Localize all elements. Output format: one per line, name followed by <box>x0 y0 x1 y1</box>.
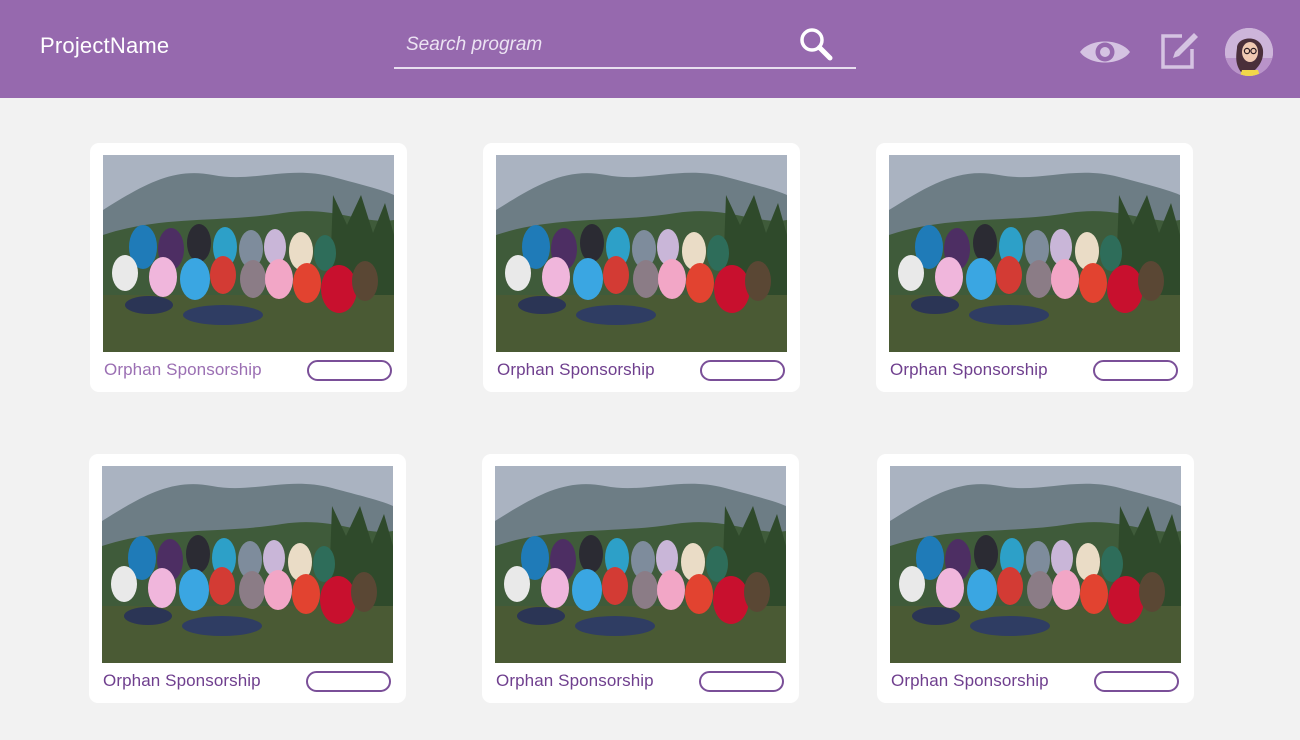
program-card[interactable]: Orphan Sponsorship <box>90 143 407 392</box>
program-action-button[interactable] <box>306 671 391 692</box>
program-action-button[interactable] <box>699 671 784 692</box>
program-title: Orphan Sponsorship <box>104 360 262 379</box>
program-photo <box>495 466 786 663</box>
eye-icon[interactable] <box>1078 34 1132 70</box>
brand-name[interactable]: ProjectName <box>40 33 169 59</box>
program-card[interactable]: Orphan Sponsorship <box>876 143 1193 392</box>
program-card[interactable]: Orphan Sponsorship <box>483 143 800 392</box>
avatar[interactable] <box>1225 28 1273 76</box>
program-title: Orphan Sponsorship <box>496 671 654 690</box>
top-bar: ProjectName <box>0 0 1300 98</box>
program-action-button[interactable] <box>1094 671 1179 692</box>
program-title: Orphan Sponsorship <box>891 671 1049 690</box>
search-icon[interactable] <box>798 26 834 62</box>
program-photo <box>103 155 394 352</box>
program-photo <box>496 155 787 352</box>
program-card[interactable]: Orphan Sponsorship <box>89 454 406 703</box>
search-input[interactable] <box>406 32 786 58</box>
program-photo <box>890 466 1181 663</box>
program-title: Orphan Sponsorship <box>890 360 1048 379</box>
program-photo <box>889 155 1180 352</box>
program-photo <box>102 466 393 663</box>
search-bar <box>394 24 856 69</box>
program-title: Orphan Sponsorship <box>103 671 261 690</box>
program-card[interactable]: Orphan Sponsorship <box>877 454 1194 703</box>
program-title: Orphan Sponsorship <box>497 360 655 379</box>
program-card[interactable]: Orphan Sponsorship <box>482 454 799 703</box>
program-action-button[interactable] <box>1093 360 1178 381</box>
program-action-button[interactable] <box>700 360 785 381</box>
edit-icon[interactable] <box>1158 30 1200 72</box>
program-action-button[interactable] <box>307 360 392 381</box>
